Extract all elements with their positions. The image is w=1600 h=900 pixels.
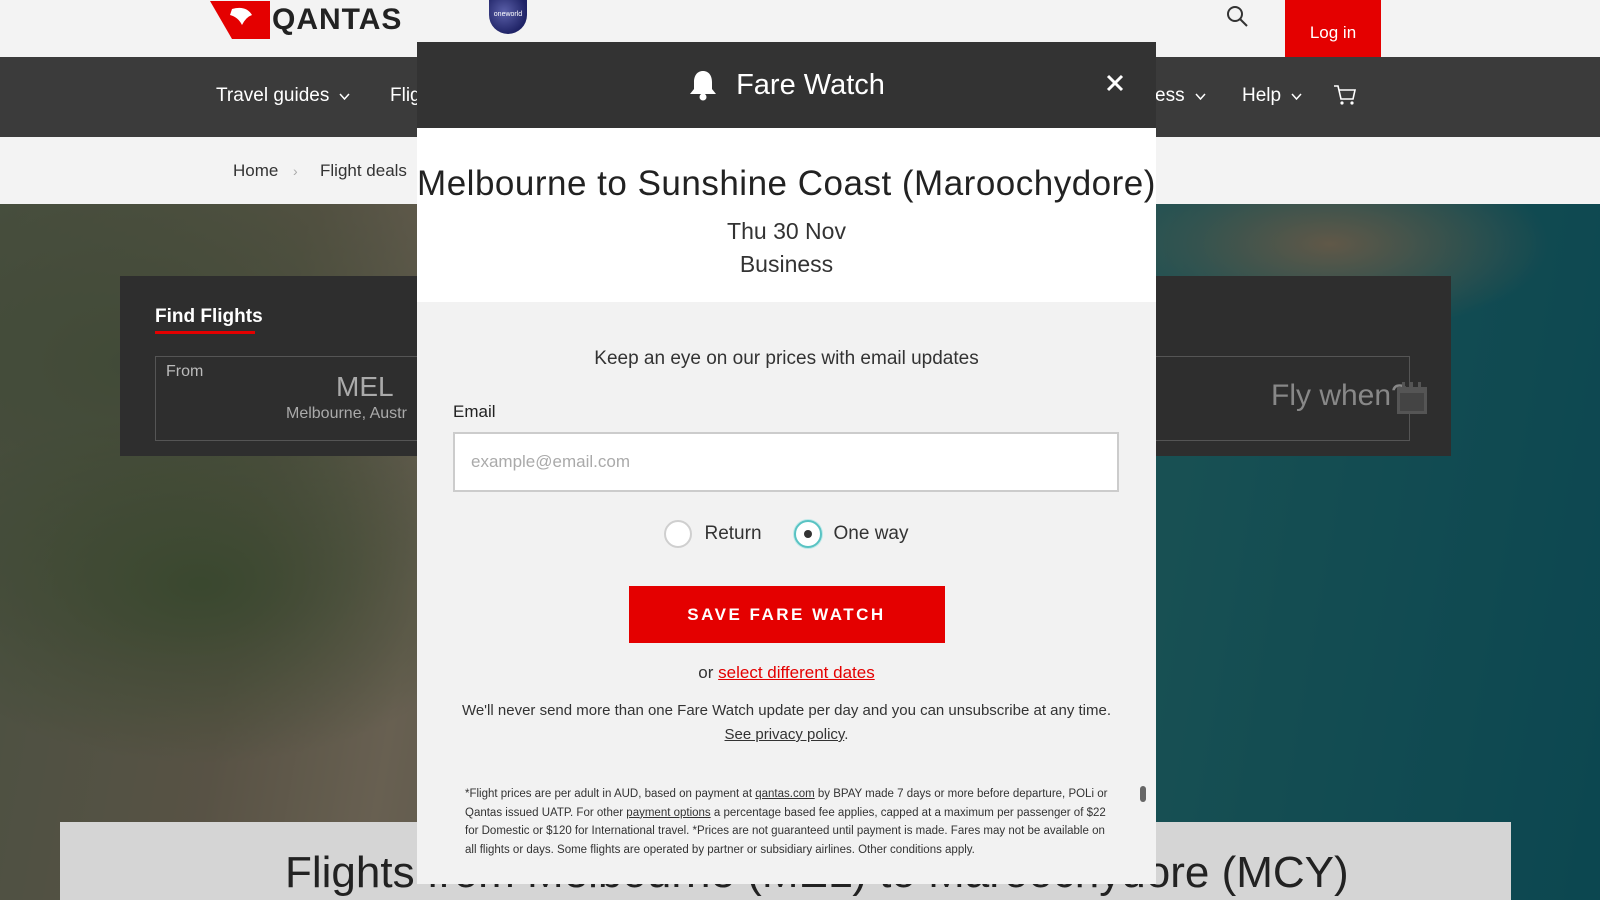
modal-title: Fare Watch xyxy=(736,68,885,101)
radio-button[interactable] xyxy=(664,520,693,548)
notice-period: . xyxy=(844,726,849,743)
intro-text: Keep an eye on our prices with email upd… xyxy=(594,348,979,369)
radio-one-way[interactable]: One way xyxy=(793,520,909,548)
notice-text: We'll never send more than one Fare Watc… xyxy=(461,702,1112,719)
travel-date: Thu 30 Nov xyxy=(727,218,846,244)
radio-button-selected[interactable] xyxy=(793,520,822,548)
fare-disclaimer: *Flight prices are per adult in AUD, bas… xyxy=(465,785,1108,859)
alternate-action: or select different dates xyxy=(453,663,1120,683)
trip-type-group: Return One way xyxy=(453,520,1120,548)
cabin-class: Business xyxy=(739,251,834,277)
radio-return[interactable]: Return xyxy=(664,520,762,548)
alt-prefix: or xyxy=(698,663,714,682)
privacy-policy-link[interactable]: See privacy policy xyxy=(725,726,845,743)
email-field[interactable] xyxy=(453,432,1119,492)
modal-scrollbar[interactable] xyxy=(1140,786,1146,802)
save-fare-watch-button[interactable]: SAVE FARE WATCH xyxy=(628,586,945,643)
email-label: Email xyxy=(453,402,496,421)
modal-header: Fare Watch xyxy=(417,42,1156,128)
payment-options-link[interactable]: payment options xyxy=(626,807,710,819)
route-title: Melbourne to Sunshine Coast (Maroochydor… xyxy=(417,164,1156,203)
qantas-link[interactable]: qantas.com xyxy=(755,788,814,800)
radio-label: Return xyxy=(704,523,762,544)
route-summary: Melbourne to Sunshine Coast (Maroochydor… xyxy=(417,128,1156,302)
radio-label: One way xyxy=(833,523,909,544)
bell-icon xyxy=(690,71,717,101)
fare-watch-form: Keep an eye on our prices with email upd… xyxy=(417,348,1156,859)
fare-watch-modal: Fare Watch Melbourne to Sunshine Coast (… xyxy=(417,42,1156,884)
email-notice: We'll never send more than one Fare Watc… xyxy=(453,699,1120,747)
close-icon xyxy=(1106,74,1124,92)
select-different-dates-link[interactable]: select different dates xyxy=(718,663,875,682)
disclaimer-text-1: *Flight prices are per adult in AUD, bas… xyxy=(465,788,756,800)
close-button[interactable] xyxy=(1104,72,1126,94)
